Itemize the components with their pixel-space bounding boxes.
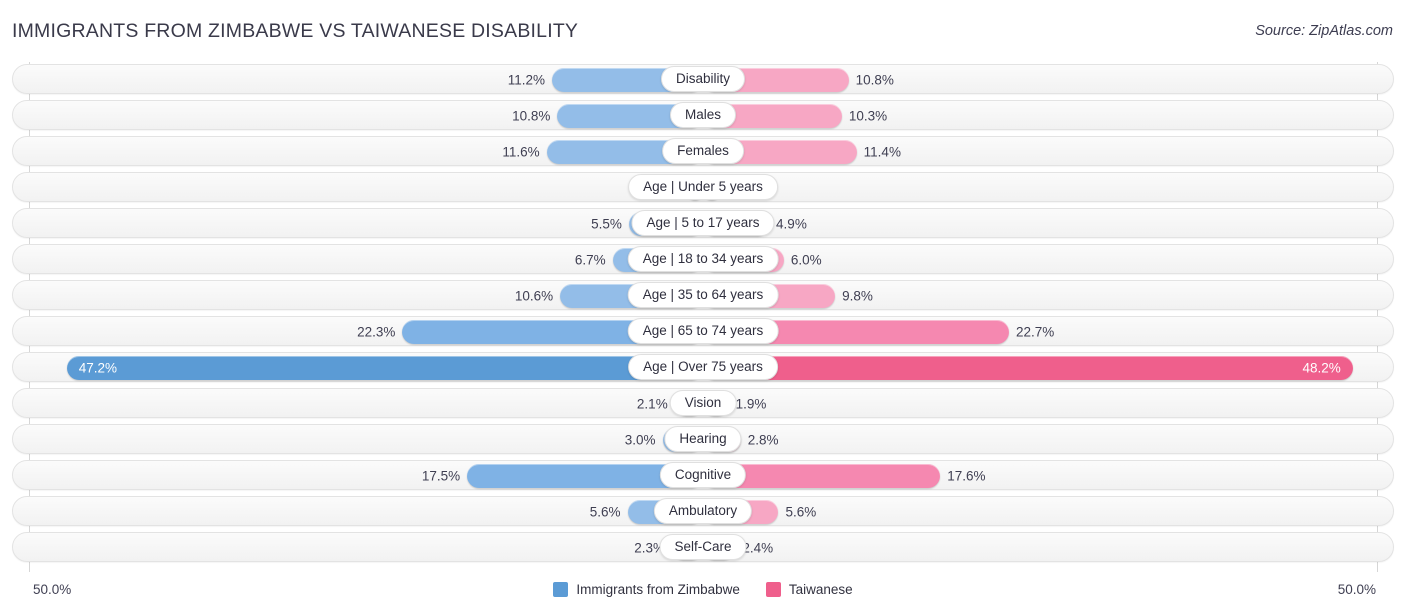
bar-row: 11.2% 10.8% Disability xyxy=(12,64,1394,94)
legend-item[interactable]: Immigrants from Zimbabwe xyxy=(553,582,740,597)
source-attribution: Source: ZipAtlas.com xyxy=(1255,23,1393,39)
bar-right-value: 6.0% xyxy=(790,252,822,268)
bar-left-value: 11.6% xyxy=(502,144,540,160)
bar-right-fill xyxy=(703,356,1353,380)
category-label: Age | 65 to 74 years xyxy=(627,318,779,344)
bar-right-value: 17.6% xyxy=(947,468,986,484)
bar-right-value: 2.4% xyxy=(742,540,774,556)
category-label: Age | 18 to 34 years xyxy=(627,246,779,272)
category-label: Age | 5 to 17 years xyxy=(631,210,775,236)
bar-row: 17.5% 17.6% Cognitive xyxy=(12,460,1394,490)
bar-left-value: 10.8% xyxy=(512,108,551,124)
bar-left-value: 5.6% xyxy=(589,504,621,520)
category-label: Age | 35 to 64 years xyxy=(627,282,779,308)
legend-label: Immigrants from Zimbabwe xyxy=(576,582,740,597)
chart-footer: 50.0% 50.0% Immigrants from Zimbabwe Taiw… xyxy=(0,574,1406,612)
bar-row: 1.2%1.3%Age | Under 5 years xyxy=(12,172,1394,202)
category-label: Ambulatory xyxy=(653,498,753,524)
bar-right-value: 11.4% xyxy=(863,144,901,160)
bar-left-value: 11.2% xyxy=(507,72,546,88)
bar-left: 47.2% xyxy=(66,356,703,380)
bar-right-value: 22.7% xyxy=(1015,324,1055,340)
category-label: Females xyxy=(662,138,744,164)
bar-row: 11.6% 11.4% Females xyxy=(12,136,1394,166)
bar-left-value: 22.3% xyxy=(357,324,396,340)
bar-rows: 11.2% 10.8% Disability 10.8% 10.3% Males 11.6%… xyxy=(12,64,1394,568)
category-label: Disability xyxy=(660,66,746,92)
chart-header: IMMIGRANTS FROM ZIMBABWE VS TAIWANESE DI… xyxy=(0,0,1406,56)
bar-right-value: 5.6% xyxy=(785,504,817,520)
bar-right-value: 10.3% xyxy=(848,108,888,124)
category-label: Hearing xyxy=(664,426,742,452)
bar-row: 10.6% 9.8% Age | 35 to 64 years xyxy=(12,280,1394,310)
category-label: Self-Care xyxy=(659,534,747,560)
category-label: Age | Over 75 years xyxy=(628,354,778,380)
bar-right-value: 1.9% xyxy=(735,396,767,412)
bar-left-value: 17.5% xyxy=(421,468,461,484)
category-label: Males xyxy=(669,102,737,128)
bar-row: 3.0% 2.8% Hearing xyxy=(12,424,1394,454)
bar-row: 5.6% 5.6% Ambulatory xyxy=(12,496,1394,526)
bar-right-value: 2.8% xyxy=(747,432,779,448)
legend-swatch-icon xyxy=(765,582,781,597)
bar-right-value: 4.9% xyxy=(776,216,807,232)
legend-label: Taiwanese xyxy=(788,582,853,597)
bar-row: 2.3% 2.4% Self-Care xyxy=(12,532,1394,562)
bar-row: 22.3% 22.7% Age | 65 to 74 years xyxy=(12,316,1394,346)
chart-legend: Immigrants from Zimbabwe Taiwanese xyxy=(0,582,1406,597)
bar-left-value: 47.2% xyxy=(78,360,118,376)
bar-right: 48.2% xyxy=(703,356,1353,380)
bar-row: 5.5% 4.9% Age | 5 to 17 years xyxy=(12,208,1394,238)
plot-area: 11.2% 10.8% Disability 10.8% 10.3% Males 11.6%… xyxy=(0,56,1406,574)
page-title: IMMIGRANTS FROM ZIMBABWE VS TAIWANESE DI… xyxy=(12,20,579,42)
category-label: Vision xyxy=(669,390,737,416)
bar-left-value: 6.7% xyxy=(574,252,606,268)
category-label: Age | Under 5 years xyxy=(628,174,778,200)
bar-right-value: 48.2% xyxy=(1302,360,1341,376)
chart-root: IMMIGRANTS FROM ZIMBABWE VS TAIWANESE DI… xyxy=(0,0,1406,612)
legend-swatch-icon xyxy=(553,582,569,597)
bar-row: 6.7% 6.0% Age | 18 to 34 years xyxy=(12,244,1394,274)
legend-item[interactable]: Taiwanese xyxy=(765,582,853,597)
bar-left-value: 5.5% xyxy=(591,216,622,232)
bar-row: 47.2% 48.2% Age | Over 75 years xyxy=(12,352,1394,382)
bar-left-value: 3.0% xyxy=(624,432,656,448)
bar-row: 2.1% 1.9% Vision xyxy=(12,388,1394,418)
bar-left-fill xyxy=(66,356,703,380)
bar-right-value: 10.8% xyxy=(855,72,894,88)
category-label: Cognitive xyxy=(659,462,747,488)
bar-right-value: 9.8% xyxy=(842,288,873,304)
bar-left-value: 10.6% xyxy=(514,288,554,304)
bar-left-value: 2.1% xyxy=(636,396,668,412)
bar-row: 10.8% 10.3% Males xyxy=(12,100,1394,130)
